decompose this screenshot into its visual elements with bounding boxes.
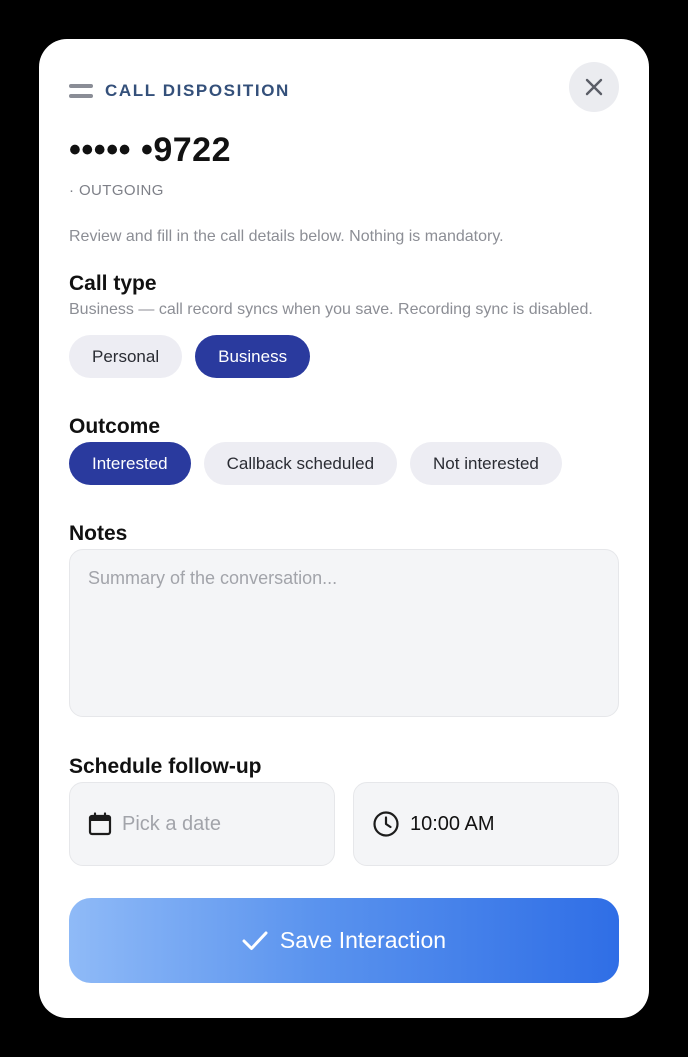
menu-icon[interactable]	[69, 84, 93, 98]
call-type-options: Personal Business	[69, 335, 311, 378]
time-picker-field[interactable]: 10:00 AM	[353, 782, 619, 866]
outcome-callback-chip[interactable]: Callback scheduled	[203, 442, 398, 485]
call-disposition-panel: CALL DISPOSITION ••••• •9722 · OUTGOING …	[39, 39, 649, 1018]
save-interaction-button[interactable]: Save Interaction	[69, 898, 619, 983]
outcome-title: Outcome	[69, 415, 161, 438]
panel-title: CALL DISPOSITION	[105, 81, 290, 100]
outcome-not-interested-chip[interactable]: Not interested	[410, 442, 562, 485]
call-type-hint: Business — call record syncs when you sa…	[69, 301, 593, 318]
outcome-interested-chip[interactable]: Interested	[69, 442, 191, 485]
phone-number: ••••• •9722	[69, 131, 232, 169]
follow-up-title: Schedule follow-up	[69, 755, 262, 778]
close-icon	[585, 78, 603, 96]
date-picker-field[interactable]: Pick a date	[69, 782, 335, 866]
clock-icon	[373, 811, 399, 837]
calendar-icon	[88, 812, 112, 836]
call-direction: · OUTGOING	[69, 182, 164, 199]
date-placeholder: Pick a date	[122, 812, 221, 835]
intro-text: Review and fill in the call details belo…	[69, 228, 504, 245]
outcome-options: Interested Callback scheduled Not intere…	[69, 442, 562, 485]
call-type-business-chip[interactable]: Business	[195, 335, 311, 378]
notes-input[interactable]	[88, 568, 600, 698]
time-value: 10:00 AM	[410, 812, 495, 835]
panel-header: CALL DISPOSITION	[69, 81, 290, 101]
notes-field	[69, 549, 619, 717]
notes-title: Notes	[69, 522, 128, 545]
check-icon	[242, 931, 268, 950]
close-button[interactable]	[569, 62, 619, 112]
call-type-title: Call type	[69, 272, 157, 295]
save-button-label: Save Interaction	[279, 927, 447, 953]
call-type-personal-chip[interactable]: Personal	[69, 335, 183, 378]
